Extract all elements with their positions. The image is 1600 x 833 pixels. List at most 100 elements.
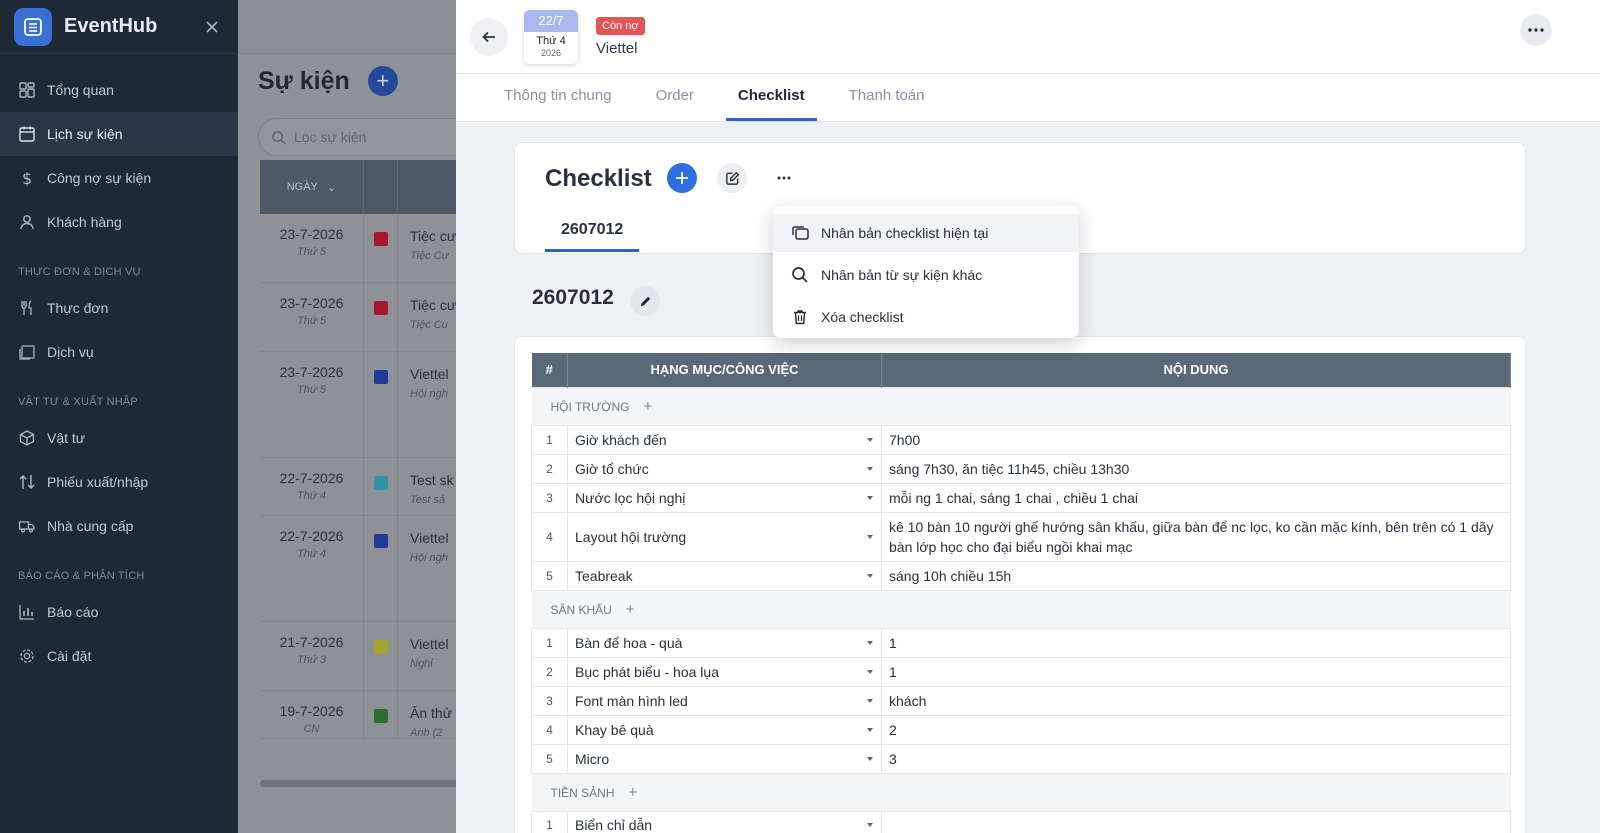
add-row-button[interactable]: +	[643, 398, 652, 415]
item-select[interactable]: Bục phát biểu - hoa lụa	[567, 656, 882, 687]
checklist-options-button[interactable]	[769, 163, 799, 193]
caret-down-icon	[867, 669, 873, 674]
item-select[interactable]: Micro	[567, 743, 882, 774]
content-cell[interactable]: khách	[881, 685, 1511, 716]
event-weekday: CN	[303, 723, 320, 735]
checklist-section-title: 2607012	[532, 286, 614, 309]
sidebar: EventHub Tổng quan Lịch sự kiện $ Công n…	[0, 0, 238, 833]
color-swatch	[373, 301, 388, 315]
content-cell[interactable]: 1	[881, 656, 1511, 687]
close-icon[interactable]	[200, 15, 224, 39]
user-icon	[20, 215, 34, 230]
sidebar-item-supplies[interactable]: Vật tư	[0, 416, 238, 460]
event-title: Ăn thử	[410, 705, 453, 721]
content-cell[interactable]: 3	[881, 743, 1511, 774]
group-label: SÂN KHẤU	[550, 602, 612, 617]
event-weekday: Thứ 4	[297, 548, 326, 560]
content-cell[interactable]	[881, 810, 1511, 833]
event-title: Tiệc cư	[410, 228, 456, 244]
content-cell[interactable]: 1	[881, 627, 1511, 658]
filter-placeholder: Lọc sự kiện	[294, 129, 367, 145]
event-date-cell: 22-7-2026 Thứ 4	[260, 516, 364, 621]
item-select[interactable]: Bàn để hoa - quà	[567, 627, 882, 658]
status-badge: Còn nợ	[596, 17, 645, 35]
menu-item-delete-checklist[interactable]: Xóa checklist	[773, 298, 1079, 336]
content-cell[interactable]: kê 10 bàn 10 người ghế hướng sân khấu, g…	[881, 511, 1511, 562]
row-number: 5	[531, 560, 568, 591]
event-name-cell: Tiệc cư Tiệc Cu	[398, 283, 456, 351]
menu-item-duplicate-current[interactable]: Nhân bản checklist hiện tại	[773, 214, 1079, 252]
svg-text:$: $	[22, 169, 32, 187]
horizontal-scrollbar[interactable]	[260, 780, 456, 787]
event-filter-input[interactable]: Lọc sự kiện	[258, 118, 456, 156]
event-date-cell: 21-7-2026 Thứ 3	[260, 622, 364, 690]
pencil-icon	[640, 296, 650, 306]
caret-down-icon	[867, 437, 873, 442]
column-header-date[interactable]: NGÀY ⌄	[260, 160, 364, 214]
table-row[interactable]: 23-7-2026 Thứ 5 Tiệc cư Tiệc Cư	[260, 214, 456, 283]
edit-checklist-button[interactable]	[717, 163, 747, 193]
service-icon	[19, 345, 35, 360]
table-row[interactable]: 23-7-2026 Thứ 5 Tiệc cư Tiệc Cu	[260, 283, 456, 352]
fork-knife-icon	[21, 300, 32, 315]
group-row: TIỀN SẢNH +	[531, 772, 1511, 812]
table-row[interactable]: 22-7-2026 Thứ 4 Test sk Test sả	[260, 458, 456, 516]
sidebar-item-event-debt[interactable]: $ Công nợ sự kiện	[0, 156, 238, 200]
sidebar-item-event-calendar[interactable]: Lịch sự kiện	[0, 112, 238, 156]
content-cell[interactable]: sáng 10h chiều 15h	[881, 560, 1511, 591]
content-cell[interactable]: sáng 7h30, ăn tiệc 11h45, chiều 13h30	[881, 453, 1511, 484]
sidebar-item-settings[interactable]: Cài đặt	[0, 634, 238, 678]
table-header: NGÀY ⌄	[260, 160, 456, 214]
table-row: 1 Bàn để hoa - quà 1	[531, 627, 1511, 658]
sidebar-item-overview[interactable]: Tổng quan	[0, 68, 238, 112]
sidebar-item-services[interactable]: Dịch vụ	[0, 330, 238, 374]
item-select[interactable]: Biển chỉ dẫn	[567, 810, 882, 833]
event-weekday: Thứ 3	[297, 654, 326, 666]
item-select[interactable]: Nước lọc hội nghị	[567, 482, 882, 513]
event-name: Viettel	[596, 40, 638, 57]
content-cell[interactable]: 2	[881, 714, 1511, 745]
sidebar-item-label: Nhà cung cấp	[47, 518, 134, 534]
add-row-button[interactable]: +	[626, 601, 635, 618]
sidebar-item-menu[interactable]: Thực đơn	[0, 286, 238, 330]
sidebar-item-reports[interactable]: Báo cáo	[0, 590, 238, 634]
date-weekday: Thứ 4	[536, 34, 566, 47]
row-number: 1	[531, 424, 568, 455]
tab-checklist-2607012[interactable]: 2607012	[545, 221, 640, 252]
sidebar-item-label: Lịch sự kiện	[47, 126, 123, 142]
date-day: 22/7	[524, 9, 578, 32]
content-cell[interactable]: mỗi ng 1 chai, sáng 1 chai , chiều 1 cha…	[881, 482, 1511, 513]
item-select[interactable]: Giờ tổ chức	[567, 453, 882, 484]
checklist-table-card: # HẠNG MỤC/CÔNG VIỆC NỘI DUNG HỘI TRƯỜNG…	[514, 336, 1526, 833]
top-bar	[238, 0, 456, 54]
table-row[interactable]: 23-7-2026 Thứ 5 Viettel Hội ngh	[260, 352, 456, 458]
item-select[interactable]: Teabreak	[567, 560, 882, 591]
add-checklist-button[interactable]	[667, 163, 697, 193]
event-title: Viettel	[410, 366, 449, 382]
item-select[interactable]: Font màn hình led	[567, 685, 882, 716]
more-options-button[interactable]	[1520, 14, 1552, 46]
content-cell[interactable]: 7h00	[881, 424, 1511, 455]
table-row[interactable]: 19-7-2026 CN Ăn thử Anh (2	[260, 691, 456, 739]
add-event-button[interactable]: +	[367, 66, 398, 96]
sidebar-item-stock-slips[interactable]: Phiếu xuất/nhập	[0, 460, 238, 504]
tab-general-info[interactable]: Thông tin chung	[492, 87, 624, 121]
sidebar-item-customers[interactable]: Khách hàng	[0, 200, 238, 244]
tab-order[interactable]: Order	[644, 87, 706, 121]
back-button[interactable]	[470, 17, 508, 56]
sidebar-item-suppliers[interactable]: Nhà cung cấp	[0, 504, 238, 548]
menu-item-duplicate-from-event[interactable]: Nhân bản từ sự kiện khác	[773, 256, 1079, 294]
table-row[interactable]: 21-7-2026 Thứ 3 Viettel Nghỉ	[260, 622, 456, 691]
item-select[interactable]: Layout hội trường	[567, 511, 882, 562]
add-row-button[interactable]: +	[629, 784, 638, 801]
chevron-down-icon: ⌄	[327, 181, 337, 194]
tab-payment[interactable]: Thanh toán	[837, 87, 937, 121]
event-color-cell	[364, 214, 398, 282]
tab-checklist[interactable]: Checklist	[725, 87, 817, 121]
item-select[interactable]: Khay bê quà	[567, 714, 882, 745]
item-select[interactable]: Giờ khách đến	[567, 424, 882, 455]
rename-checklist-button[interactable]	[630, 286, 660, 316]
sidebar-item-label: Tổng quan	[47, 82, 114, 98]
table-row[interactable]: 22-7-2026 Thứ 4 Viettel Hội ngh	[260, 516, 456, 622]
row-number: 3	[531, 685, 568, 716]
